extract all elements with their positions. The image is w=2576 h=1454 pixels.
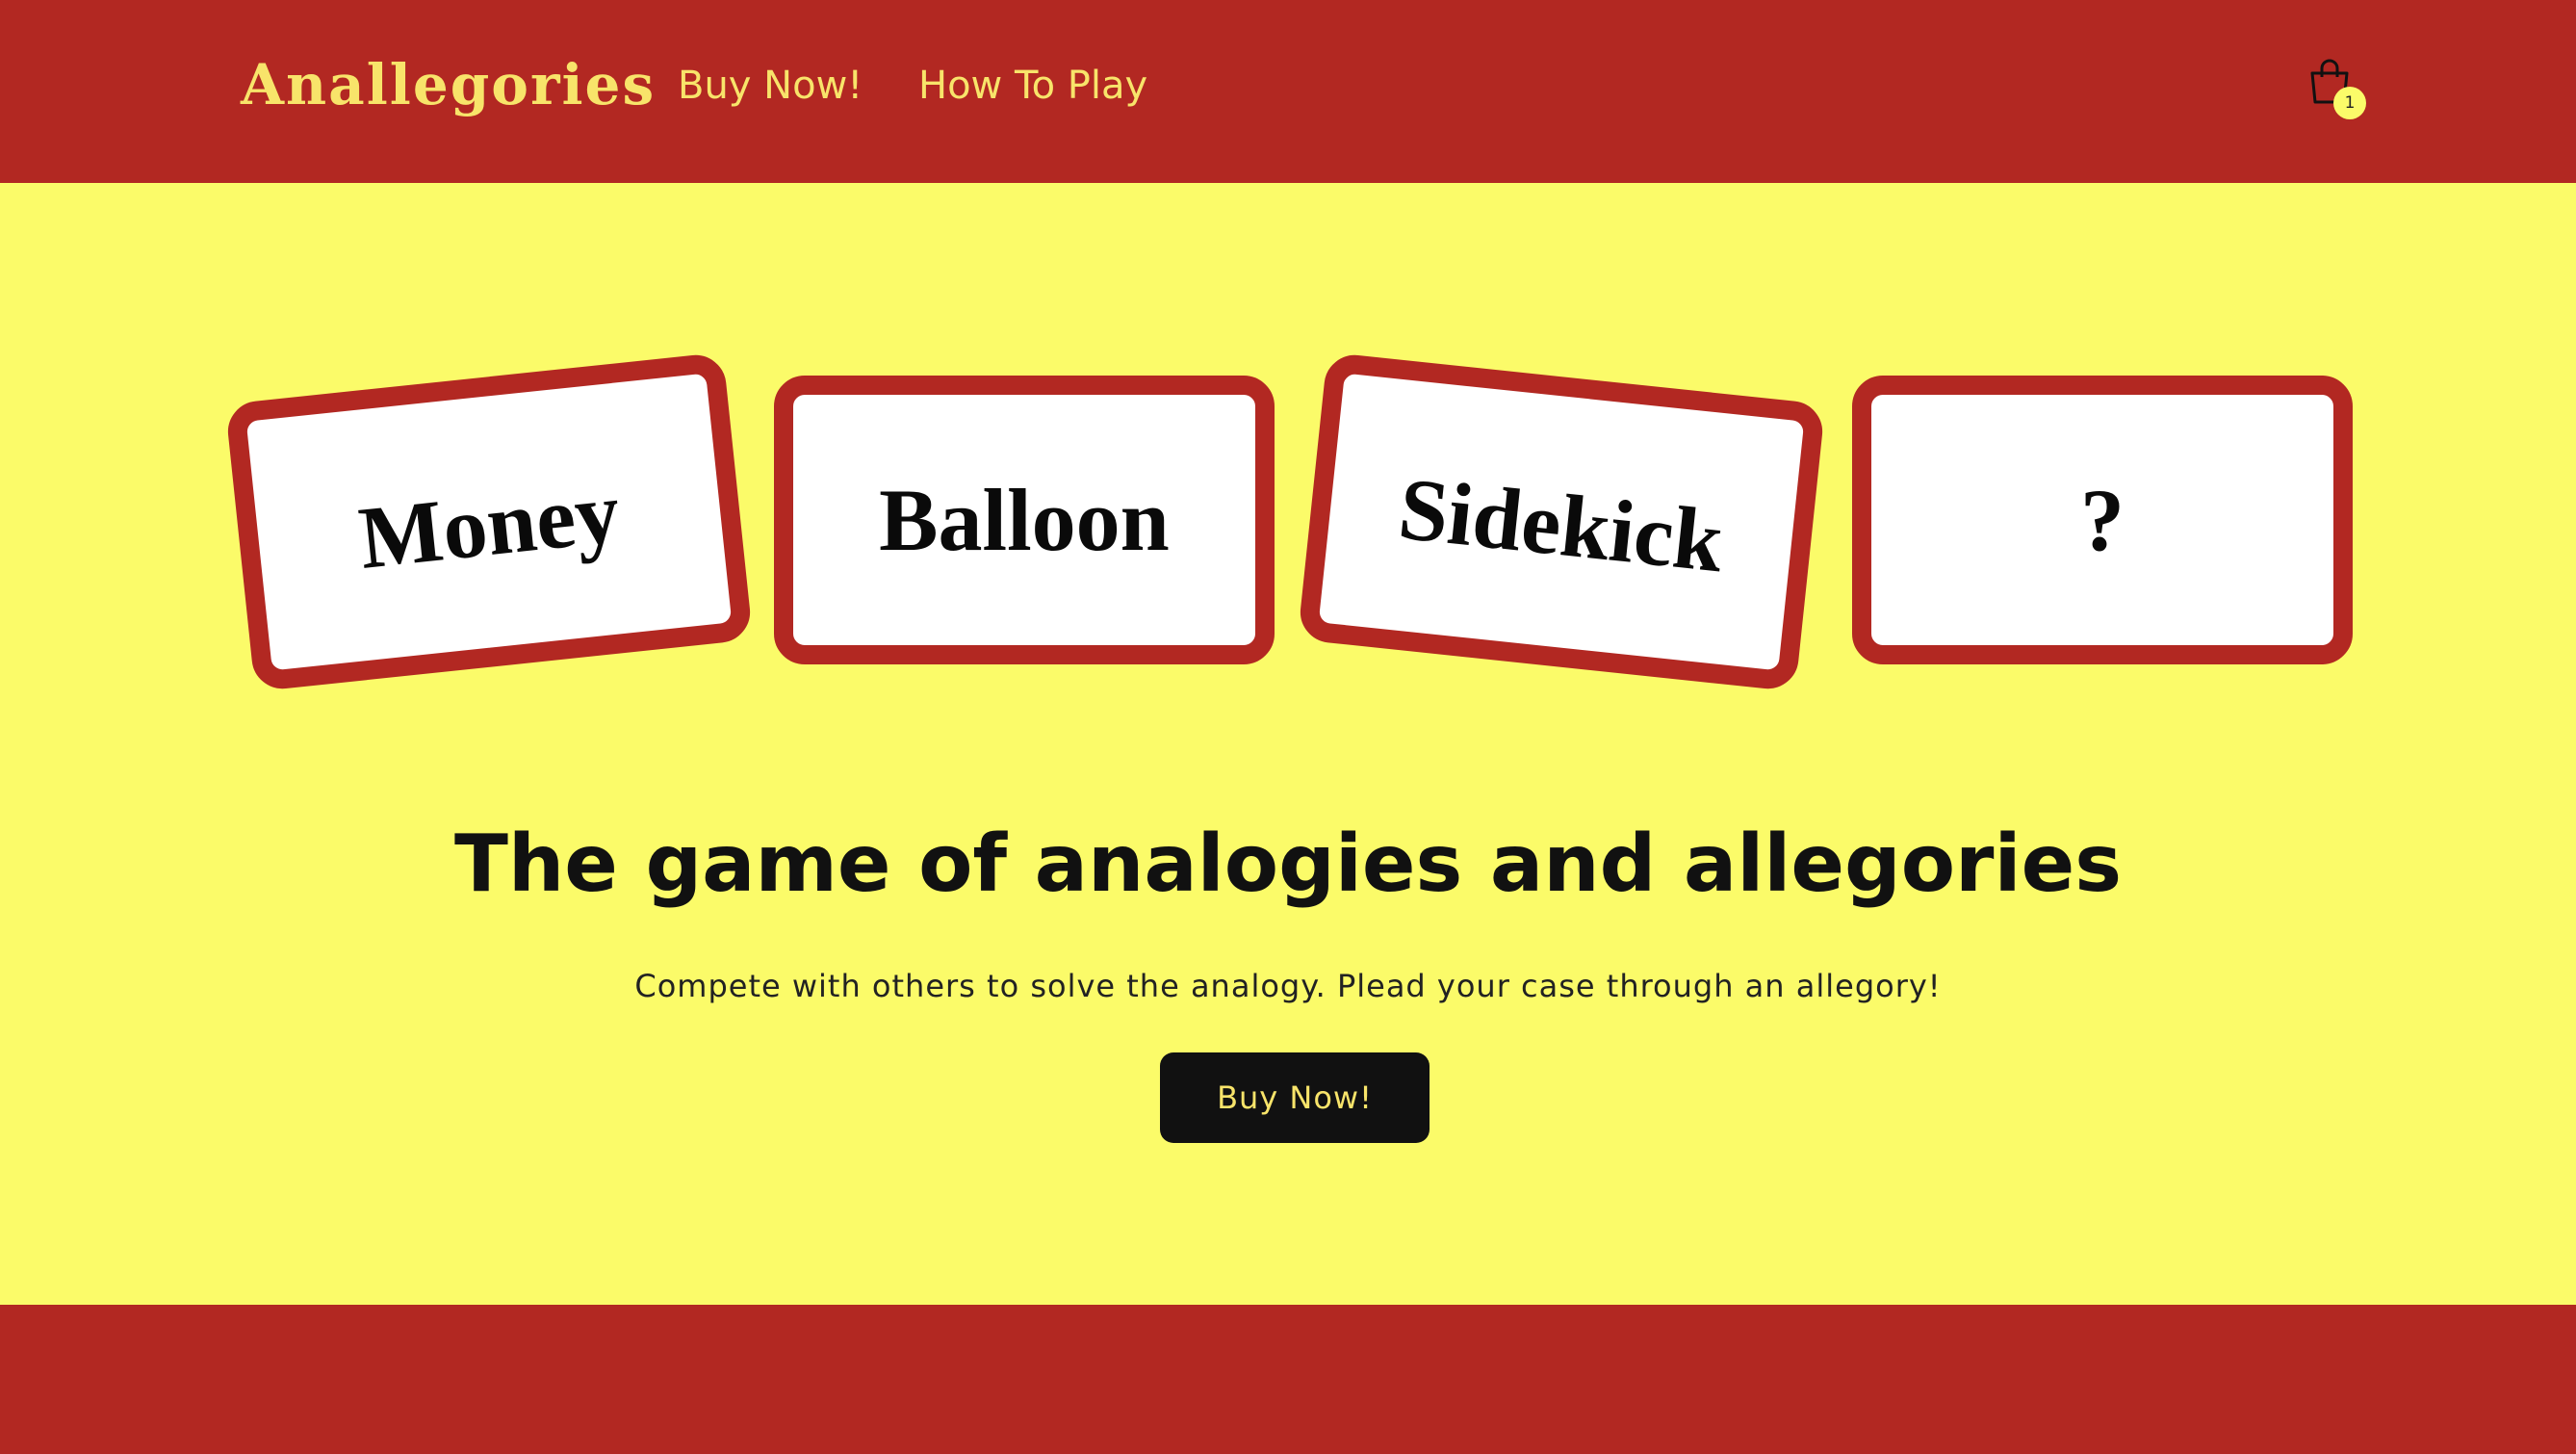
cart-count-badge: 1	[2333, 87, 2366, 119]
card-word: Balloon	[879, 471, 1170, 569]
card-word: ?	[2080, 471, 2125, 569]
hero-subline: Compete with others to solve the analogy…	[634, 968, 1942, 1004]
brand-logo-link[interactable]: Anallegories	[241, 52, 656, 117]
buy-now-button[interactable]: Buy Now!	[1160, 1052, 1430, 1143]
hero-headline: The game of analogies and allegories	[453, 818, 2123, 910]
cart-button[interactable]: 1	[2308, 58, 2372, 121]
site-footer	[0, 1305, 2576, 1454]
nav-buy-now-link[interactable]: Buy Now!	[678, 64, 863, 108]
word-card-mystery: ?	[1852, 376, 2353, 664]
card-word: Money	[354, 462, 625, 587]
word-card-balloon: Balloon	[774, 376, 1275, 664]
word-card-money: Money	[224, 351, 754, 692]
site-header: Anallegories Buy Now! How To Play 1	[0, 0, 2576, 183]
word-card-sidekick: Sidekick	[1297, 351, 1826, 692]
nav-how-to-play-link[interactable]: How To Play	[918, 64, 1147, 108]
card-word: Sidekick	[1394, 458, 1728, 591]
